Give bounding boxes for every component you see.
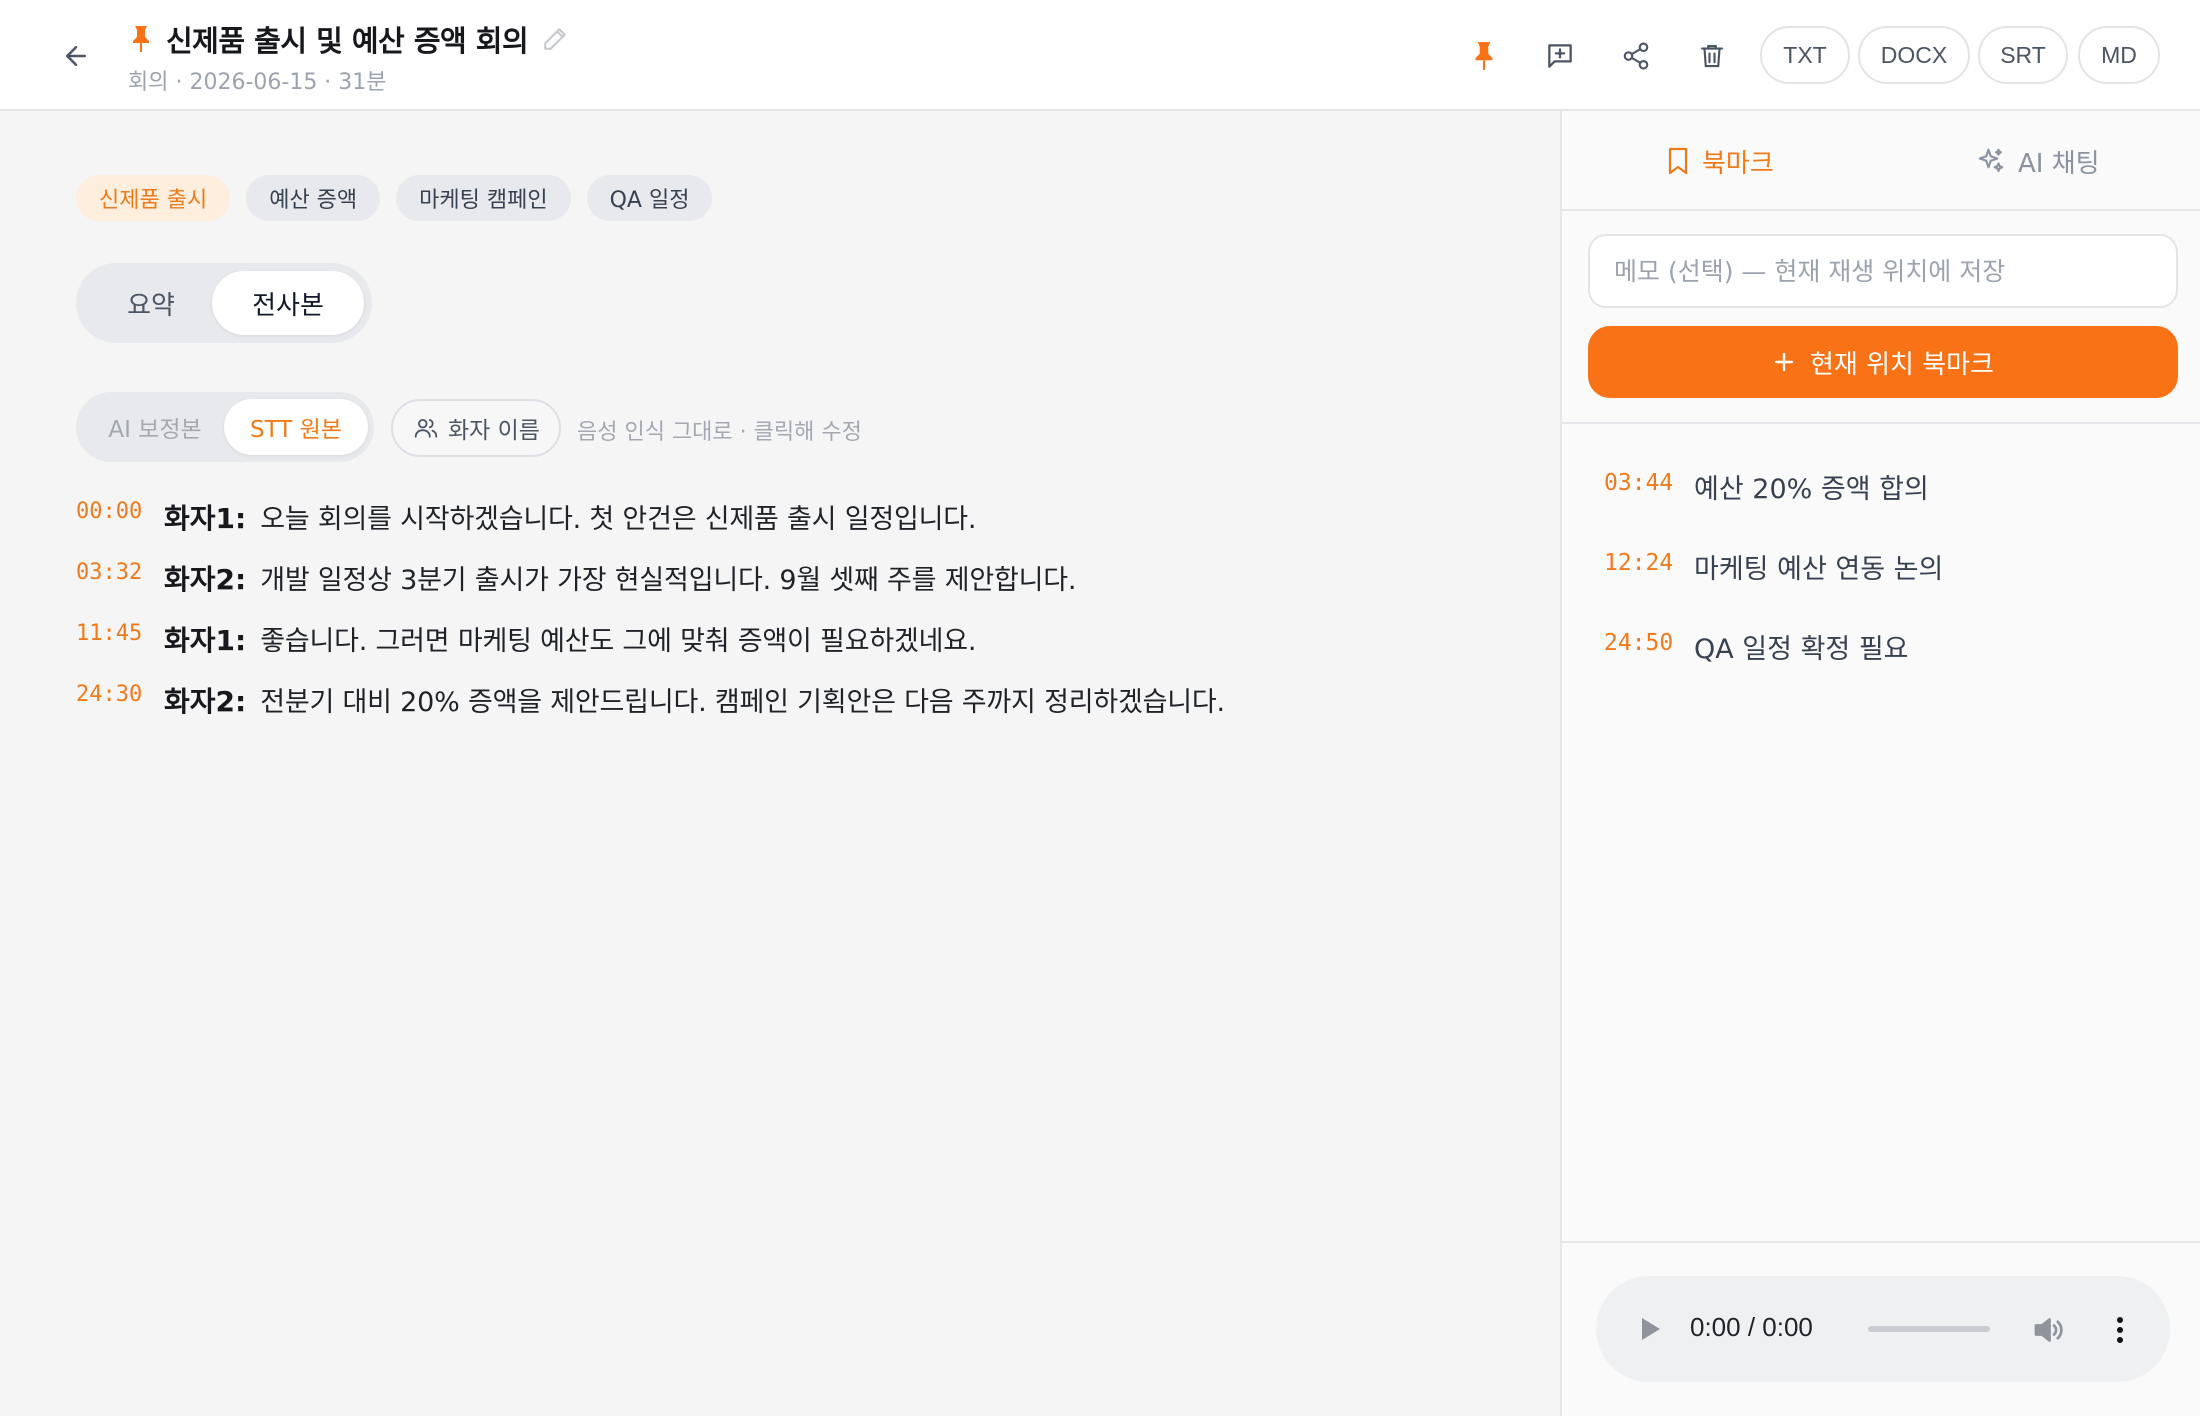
bookmark-item[interactable]: 24:50 QA 일정 확정 필요 [1604, 627, 1943, 707]
sparkles-icon [1978, 148, 2004, 173]
message-plus-icon [1548, 44, 1572, 68]
transcript-text[interactable]: 개발 일정상 3분기 출시가 가장 현실적입니다. 9월 셋째 주를 제안합니다… [260, 558, 1076, 597]
right-sidebar: 북마크 AI 채팅 현재 위치 북마크 03:44 예산 20% 증액 합의 1… [1560, 111, 2200, 1416]
more-options-button[interactable] [2108, 1312, 2132, 1348]
timestamp-link[interactable]: 24:30 [76, 680, 164, 707]
tag-chip[interactable]: 신제품 출시 [76, 175, 231, 221]
tag-chip[interactable]: QA 일정 [586, 175, 713, 221]
pin-icon [1475, 42, 1493, 70]
page-title: 신제품 출시 및 예산 증액 회의 [166, 24, 529, 58]
transcript-line: 03:32 화자2: 개발 일정상 3분기 출시가 가장 현실적입니다. 9월 … [76, 558, 1516, 619]
export-srt-button[interactable]: SRT [1978, 26, 2068, 84]
tab-ai-chat-label: AI 채팅 [2018, 148, 2100, 179]
play-button[interactable] [1636, 1312, 1670, 1346]
timestamp-link[interactable]: 00:00 [76, 497, 164, 524]
transcript-text[interactable]: 좋습니다. 그러면 마케팅 예산도 그에 맞춰 증액이 필요하겠네요. [260, 619, 976, 658]
more-vertical-icon [2117, 1317, 2123, 1343]
top-header: 신제품 출시 및 예산 증액 회의 회의 · 2026-06-15 · 31분 … [0, 0, 2200, 111]
speaker-label: 화자2: [164, 563, 247, 596]
share-icon [1623, 42, 1649, 70]
speaker-label: 화자2: [164, 685, 247, 718]
export-md-button[interactable]: MD [2078, 26, 2160, 84]
tab-bookmarks-label: 북마크 [1702, 148, 1774, 179]
edit-hint: 음성 인식 그대로 · 클릭해 수정 [577, 420, 862, 445]
tab-ai-chat[interactable]: AI 채팅 [1976, 139, 2100, 183]
view-toggle: 요약 전사본 [76, 263, 372, 343]
tab-ai-corrected[interactable]: AI 보정본 [84, 399, 226, 455]
audio-player: 0:00 / 0:00 [1596, 1276, 2170, 1382]
source-toggle: AI 보정본 STT 원본 [76, 392, 374, 462]
bookmark-note: QA 일정 확정 필요 [1694, 634, 1909, 665]
tag-chip[interactable]: 예산 증액 [246, 175, 381, 221]
speaker-name-label: 화자 이름 [448, 418, 540, 444]
transcript-text[interactable]: 오늘 회의를 시작하겠습니다. 첫 안건은 신제품 출시 일정입니다. [260, 497, 976, 536]
delete-button[interactable] [1688, 32, 1736, 80]
transcript-line: 24:30 화자2: 전분기 대비 20% 증액을 제안드립니다. 캠페인 기획… [76, 680, 1516, 741]
meeting-meta: 회의 · 2026-06-15 · 31분 [128, 70, 387, 95]
memo-input[interactable] [1588, 234, 2178, 308]
arrow-left-icon [66, 46, 86, 66]
bookmark-list: 03:44 예산 20% 증액 합의 12:24 마케팅 예산 연동 논의 24… [1604, 467, 1943, 707]
divider [1562, 422, 2200, 424]
speaker-label: 화자1: [164, 502, 247, 535]
share-button[interactable] [1612, 32, 1660, 80]
bookmark-item[interactable]: 03:44 예산 20% 증액 합의 [1604, 467, 1943, 547]
volume-icon [2034, 1318, 2063, 1342]
tag-list: 신제품 출시 예산 증액 마케팅 캠페인 QA 일정 [76, 175, 713, 221]
bookmark-time: 24:50 [1604, 630, 1674, 656]
player-time: 0:00 / 0:00 [1690, 1312, 1813, 1342]
speaker-name-button[interactable]: 화자 이름 [391, 399, 561, 457]
volume-button[interactable] [2030, 1312, 2070, 1348]
transcript-line: 11:45 화자1: 좋습니다. 그러면 마케팅 예산도 그에 맞춰 증액이 필… [76, 619, 1516, 680]
timestamp-link[interactable]: 11:45 [76, 619, 164, 646]
plus-icon [1774, 352, 1794, 372]
transcript-line: 00:00 화자1: 오늘 회의를 시작하겠습니다. 첫 안건은 신제품 출시 … [76, 497, 1516, 558]
timestamp-link[interactable]: 03:32 [76, 558, 164, 585]
speaker-label: 화자1: [164, 624, 247, 657]
transcript-text[interactable]: 전분기 대비 20% 증액을 제안드립니다. 캠페인 기획안은 다음 주까지 정… [260, 680, 1225, 719]
bookmark-note: 마케팅 예산 연동 논의 [1694, 554, 1944, 585]
seek-bar[interactable] [1868, 1326, 1990, 1332]
tab-transcript[interactable]: 전사본 [212, 271, 364, 335]
tab-stt-original[interactable]: STT 원본 [224, 399, 368, 455]
add-bookmark-button[interactable]: 현재 위치 북마크 [1588, 326, 2178, 398]
export-docx-button[interactable]: DOCX [1858, 26, 1970, 84]
pin-icon [126, 22, 156, 56]
bookmark-time: 03:44 [1604, 470, 1674, 496]
add-bookmark-label: 현재 위치 북마크 [1810, 349, 1994, 380]
pin-toggle-button[interactable] [1460, 32, 1508, 80]
transcript-list: 00:00 화자1: 오늘 회의를 시작하겠습니다. 첫 안건은 신제품 출시 … [76, 497, 1516, 741]
bookmark-icon [1668, 147, 1688, 175]
export-txt-button[interactable]: TXT [1760, 26, 1850, 84]
add-comment-button[interactable] [1536, 32, 1584, 80]
tag-chip[interactable]: 마케팅 캠페인 [396, 175, 571, 221]
title-row: 신제품 출시 및 예산 증액 회의 [126, 18, 570, 60]
tab-bookmarks[interactable]: 북마크 [1666, 139, 1774, 183]
tab-summary[interactable]: 요약 [84, 271, 218, 335]
sidebar-tabs: 북마크 AI 채팅 [1562, 111, 2200, 211]
trash-icon [1700, 44, 1724, 68]
back-button[interactable] [54, 34, 98, 78]
users-icon [414, 418, 438, 438]
bookmark-item[interactable]: 12:24 마케팅 예산 연동 논의 [1604, 547, 1943, 627]
bookmark-note: 예산 20% 증액 합의 [1694, 474, 1929, 505]
bookmark-time: 12:24 [1604, 550, 1674, 576]
edit-title-icon[interactable] [540, 24, 570, 54]
main-content: 신제품 출시 예산 증액 마케팅 캠페인 QA 일정 요약 전사본 AI 보정본… [0, 111, 1562, 1416]
play-icon [1642, 1318, 1660, 1340]
divider [1562, 1241, 2200, 1243]
